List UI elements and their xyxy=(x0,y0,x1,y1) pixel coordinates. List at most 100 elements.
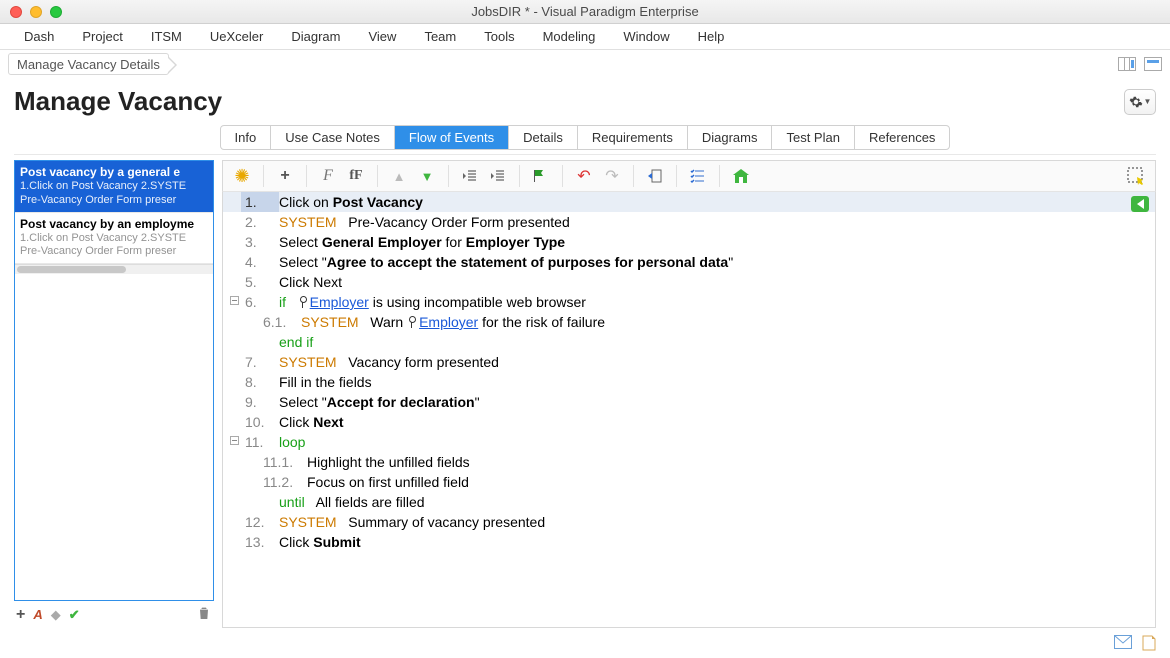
step-row[interactable]: 4. Select "Agree to accept the statement… xyxy=(223,252,1155,272)
confirm-icon[interactable]: ✔ xyxy=(69,607,80,623)
checklist-button[interactable] xyxy=(687,165,709,187)
redo-button[interactable]: ↷ xyxy=(601,165,623,187)
step-row[interactable]: 9. Select "Accept for declaration" xyxy=(223,392,1155,412)
mail-icon[interactable] xyxy=(1114,635,1132,654)
step-row[interactable]: end if xyxy=(223,332,1155,352)
step-row[interactable]: 11. loop xyxy=(223,432,1155,452)
step-row[interactable]: 10. Click Next xyxy=(223,412,1155,432)
flag-button[interactable] xyxy=(530,165,552,187)
step-number: 9. xyxy=(241,392,279,412)
step-number: 4. xyxy=(241,252,279,272)
add-scenario-button[interactable]: + xyxy=(16,606,25,624)
menu-view[interactable]: View xyxy=(354,25,410,48)
step-number: 6.1. xyxy=(241,312,301,332)
step-row[interactable]: 3. Select General Employer for Employer … xyxy=(223,232,1155,252)
step-number: 13. xyxy=(241,532,279,552)
step-number: 2. xyxy=(241,212,279,232)
move-up-button[interactable]: ▲ xyxy=(388,165,410,187)
step-row[interactable]: 6. if Employer is using incompatible web… xyxy=(223,292,1155,312)
actor-link[interactable]: Employer xyxy=(310,294,369,310)
menu-itsm[interactable]: ITSM xyxy=(137,25,196,48)
export-button[interactable] xyxy=(644,165,666,187)
scenario-toolbar: + A ◆ ✔ xyxy=(14,601,214,628)
scenario-panel: Post vacancy by a general e 1.Click on P… xyxy=(14,160,214,628)
edit-pen-icon[interactable]: A xyxy=(33,607,42,622)
layout-page-icon[interactable] xyxy=(1144,57,1162,71)
menu-dash[interactable]: Dash xyxy=(10,25,68,48)
scenario-card-title: Post vacancy by a general e xyxy=(20,165,208,180)
step-row[interactable]: 11.2. Focus on first unfilled field xyxy=(223,472,1155,492)
step-row[interactable]: until All fields are filled xyxy=(223,492,1155,512)
scenario-list: Post vacancy by a general e 1.Click on P… xyxy=(14,160,214,601)
step-row[interactable]: 12. SYSTEM Summary of vacancy presented xyxy=(223,512,1155,532)
home-button[interactable] xyxy=(730,165,752,187)
menu-window[interactable]: Window xyxy=(609,25,683,48)
step-row[interactable]: 5. Click Next xyxy=(223,272,1155,292)
new-step-button[interactable]: ✺ xyxy=(231,165,253,187)
scenario-card[interactable]: Post vacancy by an employme 1.Click on P… xyxy=(15,213,213,265)
statusbar xyxy=(1114,635,1156,654)
settings-button[interactable]: ▼ xyxy=(1124,89,1156,115)
tab-requirements[interactable]: Requirements xyxy=(578,126,688,149)
editor-toolbar: ✺ + F fF ▲ ▼ xyxy=(222,160,1156,192)
step-row[interactable]: 1. Click on Post Vacancy xyxy=(223,192,1155,212)
fold-toggle[interactable] xyxy=(227,432,241,452)
actor-icon xyxy=(298,296,308,308)
step-row[interactable]: 8. Fill in the fields xyxy=(223,372,1155,392)
step-number: 3. xyxy=(241,232,279,252)
menu-diagram[interactable]: Diagram xyxy=(277,25,354,48)
move-up-icon[interactable]: ◆ xyxy=(51,607,61,623)
menubar: Dash Project ITSM UeXceler Diagram View … xyxy=(0,24,1170,50)
menu-modeling[interactable]: Modeling xyxy=(529,25,610,48)
menu-tools[interactable]: Tools xyxy=(470,25,528,48)
breadcrumb[interactable]: Manage Vacancy Details xyxy=(8,53,169,75)
tab-use-case-notes[interactable]: Use Case Notes xyxy=(271,126,395,149)
breadcrumb-text: Manage Vacancy Details xyxy=(17,57,160,72)
editor: ✺ + F fF ▲ ▼ xyxy=(222,160,1156,628)
tab-details[interactable]: Details xyxy=(509,126,578,149)
actor-link[interactable]: Employer xyxy=(419,314,478,330)
format-italic-button[interactable]: F xyxy=(317,165,339,187)
outdent-button[interactable] xyxy=(459,165,481,187)
titlebar: JobsDIR * - Visual Paradigm Enterprise xyxy=(0,0,1170,24)
step-row[interactable]: 6.1. SYSTEM Warn Employer for the risk o… xyxy=(223,312,1155,332)
indent-button[interactable] xyxy=(487,165,509,187)
selection-tool-button[interactable] xyxy=(1125,165,1147,187)
flow-editor[interactable]: 1. Click on Post Vacancy 2. SYSTEM Pre-V… xyxy=(222,192,1156,628)
menu-team[interactable]: Team xyxy=(410,25,470,48)
format-bold-button[interactable]: fF xyxy=(345,165,367,187)
tab-test-plan[interactable]: Test Plan xyxy=(772,126,854,149)
add-button[interactable]: + xyxy=(274,165,296,187)
step-row[interactable]: 11.1. Highlight the unfilled fields xyxy=(223,452,1155,472)
run-marker-icon[interactable] xyxy=(1131,196,1149,212)
scenario-card-selected[interactable]: Post vacancy by a general e 1.Click on P… xyxy=(15,161,213,213)
step-number: 6. xyxy=(241,292,279,312)
fold-toggle[interactable] xyxy=(227,292,241,312)
scenario-scrollbar[interactable] xyxy=(15,264,213,274)
tab-flow-of-events[interactable]: Flow of Events xyxy=(395,126,509,149)
step-number: 5. xyxy=(241,272,279,292)
layout-panes-icon[interactable] xyxy=(1118,57,1136,71)
undo-button[interactable]: ↶ xyxy=(573,165,595,187)
menu-project[interactable]: Project xyxy=(68,25,136,48)
step-row[interactable]: 2. SYSTEM Pre-Vacancy Order Form present… xyxy=(223,212,1155,232)
menu-help[interactable]: Help xyxy=(684,25,739,48)
window-title: JobsDIR * - Visual Paradigm Enterprise xyxy=(471,4,698,19)
step-number: 8. xyxy=(241,372,279,392)
tab-diagrams[interactable]: Diagrams xyxy=(688,126,773,149)
window-minimize-button[interactable] xyxy=(30,6,42,18)
gear-icon xyxy=(1129,95,1143,109)
tabs-row: Info Use Case Notes Flow of Events Detai… xyxy=(14,121,1156,155)
window-zoom-button[interactable] xyxy=(50,6,62,18)
tab-info[interactable]: Info xyxy=(221,126,272,149)
move-down-button[interactable]: ▼ xyxy=(416,165,438,187)
scenario-card-line: 1.Click on Post Vacancy 2.SYSTE xyxy=(20,232,208,246)
header-bar: Manage Vacancy ▼ xyxy=(0,78,1170,121)
window-close-button[interactable] xyxy=(10,6,22,18)
step-row[interactable]: 7. SYSTEM Vacancy form presented xyxy=(223,352,1155,372)
tab-references[interactable]: References xyxy=(855,126,949,149)
step-row[interactable]: 13. Click Submit xyxy=(223,532,1155,552)
note-icon[interactable] xyxy=(1142,635,1156,654)
menu-uexceler[interactable]: UeXceler xyxy=(196,25,277,48)
trash-icon[interactable] xyxy=(196,605,212,624)
